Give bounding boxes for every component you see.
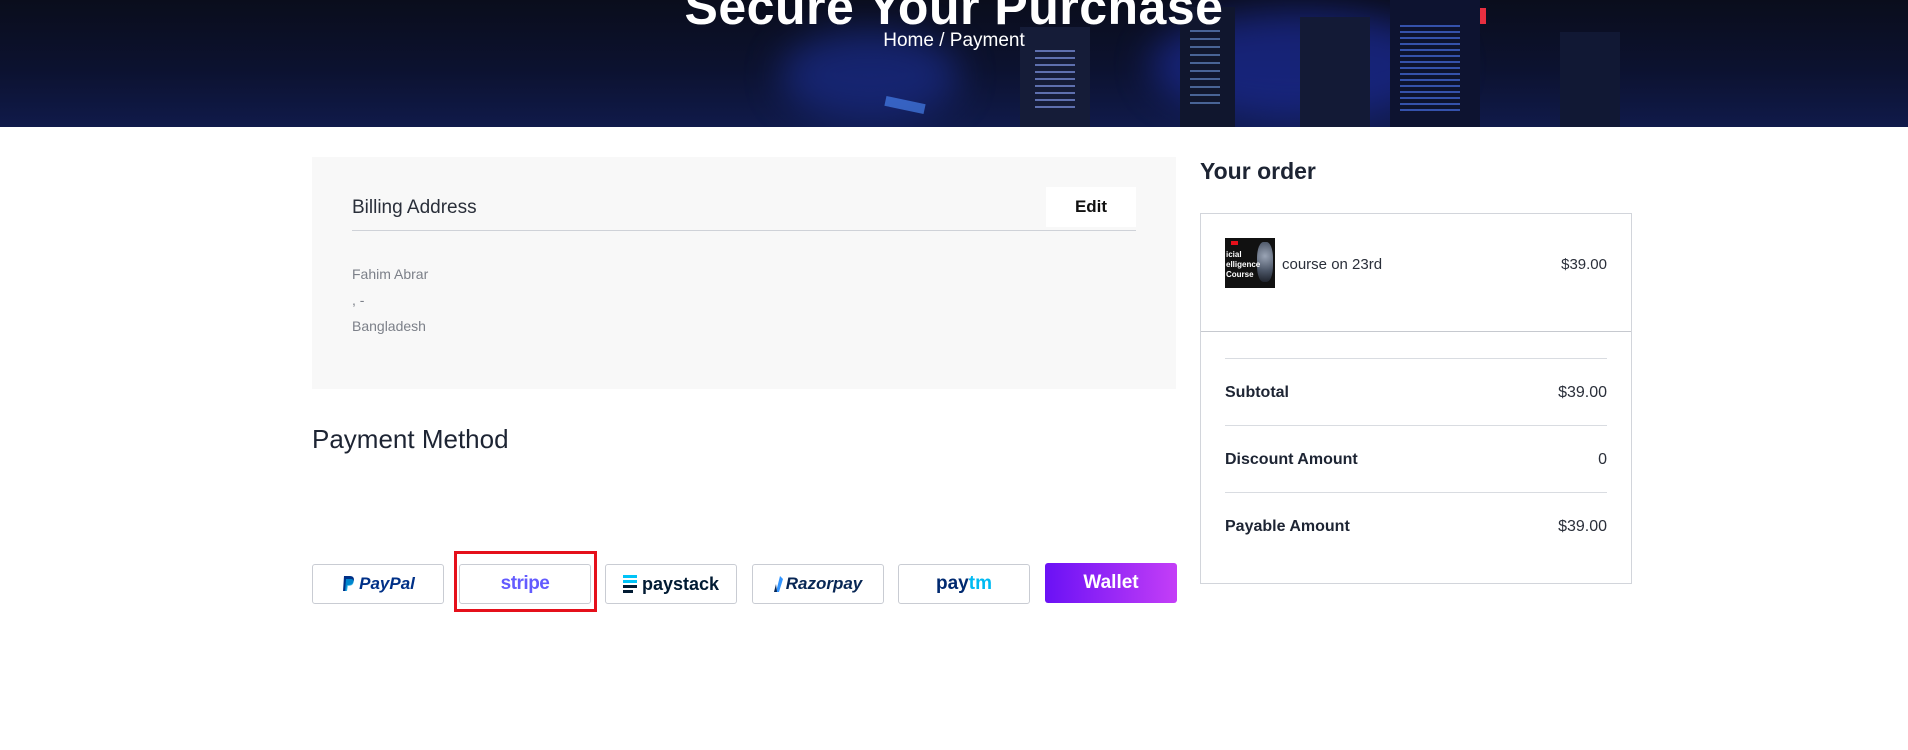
paypal-button[interactable]: PayPal [312, 564, 444, 604]
breadcrumb[interactable]: Home / Payment [0, 30, 1908, 52]
paystack-label: paystack [641, 573, 720, 594]
subtotal-row: Subtotal $39.00 [1225, 358, 1607, 425]
item-price: $39.00 [1561, 256, 1607, 273]
course-thumbnail: icial elligence Course [1225, 238, 1275, 288]
edit-button[interactable]: Edit [1046, 187, 1136, 227]
hero-banner: Secure Your Purchase Home / Payment [0, 0, 1908, 127]
order-title: Your order [1200, 158, 1316, 184]
subtotal-value: $39.00 [1558, 384, 1607, 401]
paytm-button[interactable]: paytm paytm [898, 564, 1030, 604]
wallet-button[interactable]: Wallet [1045, 563, 1177, 603]
razorpay-label: Razorpay [785, 574, 863, 593]
thumb-text: icial elligence Course [1226, 250, 1261, 279]
payment-method-title: Payment Method [312, 424, 509, 454]
paystack-icon [622, 575, 637, 593]
paypal-label: PayPal [359, 574, 415, 593]
discount-value: 0 [1598, 451, 1607, 468]
billing-header: Billing Address Edit [352, 187, 1136, 231]
paystack-button[interactable]: paystack [605, 564, 737, 604]
thumb-badge [1231, 241, 1238, 245]
billing-title: Billing Address [352, 197, 477, 218]
order-summary: icial elligence Course course on 23rd $3… [1200, 213, 1632, 584]
selection-highlight [454, 551, 597, 612]
payable-label: Payable Amount [1225, 518, 1350, 535]
payable-row: Payable Amount $39.00 [1225, 492, 1607, 559]
razorpay-icon [773, 576, 784, 592]
billing-name: Fahim Abrar [352, 266, 429, 282]
paytm-label: paytm [936, 573, 992, 594]
payable-value: $39.00 [1558, 518, 1607, 535]
billing-address-line: , - [352, 292, 365, 308]
discount-row: Discount Amount 0 [1225, 425, 1607, 492]
billing-country: Bangladesh [352, 318, 426, 334]
discount-label: Discount Amount [1225, 451, 1358, 468]
billing-card: Billing Address Edit Fahim Abrar , - Ban… [312, 157, 1176, 389]
paypal-icon [341, 575, 355, 593]
order-item: icial elligence Course course on 23rd $3… [1201, 214, 1631, 332]
building-lights [1035, 50, 1075, 110]
subtotal-label: Subtotal [1225, 384, 1289, 401]
item-name: course on 23rd [1282, 256, 1383, 273]
razorpay-button[interactable]: Razorpay [752, 564, 884, 604]
